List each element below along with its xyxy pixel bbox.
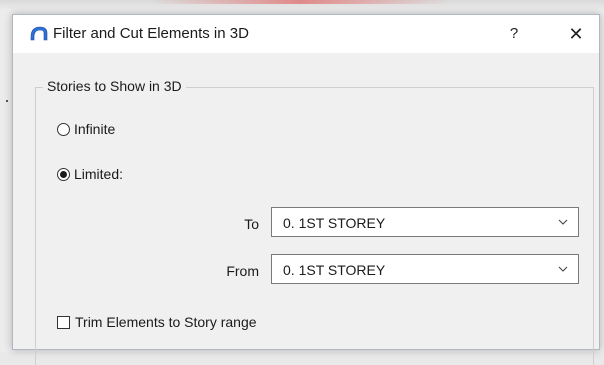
close-button[interactable]: ✕: [561, 19, 591, 49]
limited-label: Limited:: [74, 166, 124, 182]
to-story-value: 0. 1ST STOREY: [283, 215, 386, 231]
to-label: To: [244, 216, 259, 232]
infinite-label: Infinite: [74, 121, 116, 137]
filter-cut-dialog: Filter and Cut Elements in 3D ? ✕ Storie…: [12, 14, 600, 365]
trim-elements-label: Trim Elements to Story range: [75, 314, 257, 330]
chevron-down-icon: [558, 266, 568, 272]
infinite-radio[interactable]: [57, 122, 70, 136]
limited-radio-option[interactable]: Limited:: [57, 166, 123, 182]
title-bar: Filter and Cut Elements in 3D ? ✕: [13, 15, 599, 53]
to-story-select[interactable]: 0. 1ST STOREY: [271, 207, 579, 237]
archicad-arc-icon: [30, 26, 48, 41]
chevron-down-icon: [558, 219, 568, 225]
from-story-value: 0. 1ST STOREY: [283, 262, 386, 278]
help-button[interactable]: ?: [499, 19, 529, 49]
limited-radio[interactable]: [57, 167, 70, 181]
background-accent: [150, 0, 450, 4]
dialog-title: Filter and Cut Elements in 3D: [53, 25, 249, 42]
infinite-radio-option[interactable]: Infinite: [57, 121, 115, 137]
trim-elements-option[interactable]: Trim Elements to Story range: [57, 314, 257, 330]
background-mark: [6, 100, 8, 102]
trim-elements-checkbox[interactable]: [57, 315, 70, 329]
from-story-select[interactable]: 0. 1ST STOREY: [271, 254, 579, 284]
from-label: From: [226, 263, 259, 279]
dialog-content: Stories to Show in 3D Infinite Limited: …: [13, 53, 599, 365]
stories-group-label: Stories to Show in 3D: [43, 78, 186, 94]
